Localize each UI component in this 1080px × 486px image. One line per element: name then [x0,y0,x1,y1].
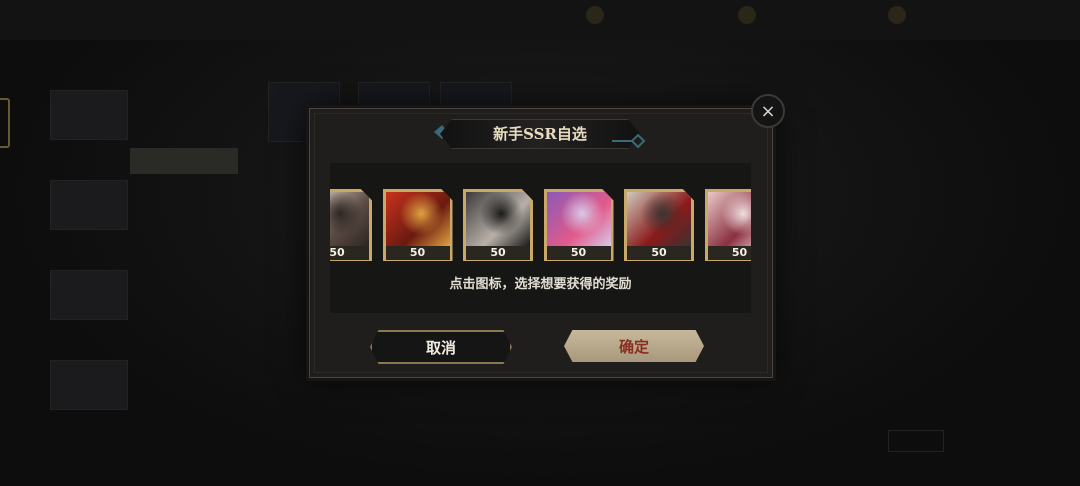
background-sidebar-item [130,292,238,318]
background-thumb [50,360,128,410]
confirm-button[interactable]: 确定 [564,330,704,362]
hero-portrait [330,192,369,246]
title-ornament-icon [612,133,646,149]
hero-card[interactable]: 50 [463,189,533,261]
background-sidebar-item [130,148,238,174]
close-icon: × [760,100,776,122]
background-sidebar-item [130,100,238,126]
hero-count-label: 50 [546,246,611,260]
hero-list: 50 50 50 50 50 50 [330,189,751,263]
dialog-title: 新手SSR自选 [493,125,587,143]
title-banner: 新手SSR自选 [440,119,640,149]
background-top-hud [0,0,1080,40]
hero-portrait [385,192,450,246]
jade-icon [738,6,756,24]
hero-count-label: 50 [466,246,530,260]
hero-portrait [546,192,611,246]
background-left-column [50,90,128,470]
cancel-button[interactable]: 取消 [370,330,512,364]
reward-panel: 50 50 50 50 50 50 点击图标，选择想要获得的奖励 [330,163,751,313]
coin-icon [586,6,604,24]
hero-count-label: 50 [707,246,751,260]
hero-card[interactable]: 50 [543,189,614,261]
ssr-select-dialog: 新手SSR自选 50 50 50 50 50 50 点击图标，选择想要获得的奖励 取消 确… [309,108,773,378]
hero-portrait [707,192,751,246]
background-button [888,430,944,452]
stamina-icon [888,6,906,24]
instruction-text: 点击图标，选择想要获得的奖励 [449,277,632,292]
close-button[interactable]: × [751,94,785,128]
hero-count-label: 50 [627,246,691,260]
hero-card[interactable]: 50 [382,189,453,261]
hero-count-label: 50 [330,246,369,260]
background-thumb [50,90,128,140]
background-sidebar-item [130,244,238,270]
hero-portrait [627,192,691,246]
background-sidebar [130,80,240,380]
hero-portrait [466,192,530,246]
background-thumb [50,270,128,320]
hero-count-label: 50 [385,246,450,260]
background-side-tab [0,98,10,148]
background-thumb [50,180,128,230]
hero-card[interactable]: 50 [624,189,694,261]
hero-card[interactable]: 50 [330,189,372,261]
background-sidebar-item [130,196,238,222]
hero-card[interactable]: 50 [704,189,751,261]
